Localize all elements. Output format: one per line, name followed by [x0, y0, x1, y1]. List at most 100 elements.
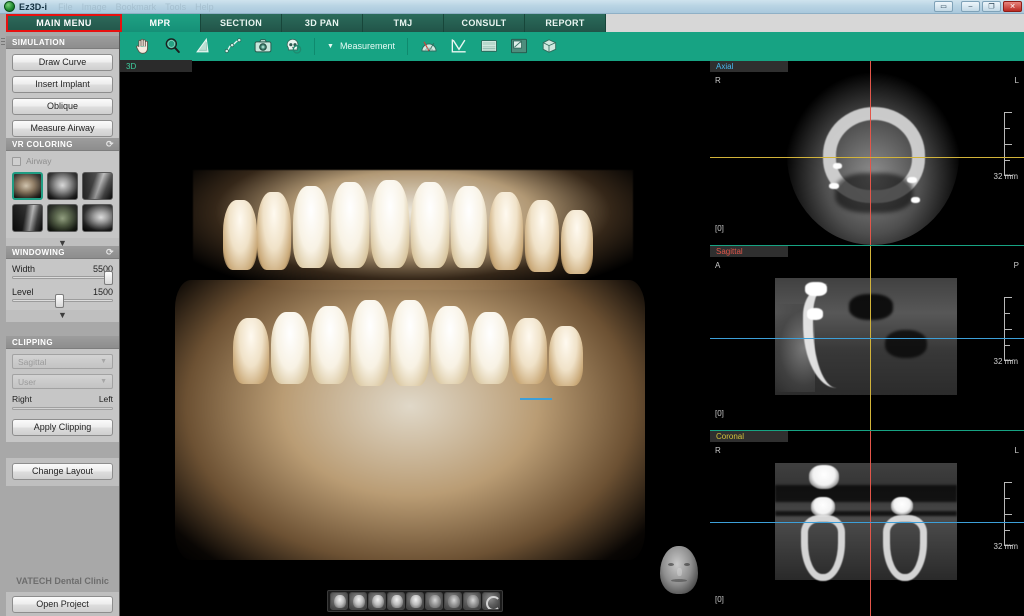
maximize-icon: ❐ [988, 3, 994, 10]
ct-axial-scale-label: 32 mm [994, 172, 1018, 181]
angle-triangle-icon[interactable] [188, 33, 218, 59]
menu-item-help[interactable]: Help [195, 2, 214, 12]
layers-slab-icon[interactable] [474, 33, 504, 59]
chevron-down-icon: ▼ [327, 43, 334, 50]
panel-windowing-body: Width 5500 Level 1500 [6, 259, 119, 310]
width-slider-track[interactable] [12, 276, 113, 279]
oblique-button[interactable]: Oblique [12, 98, 113, 115]
view-oblique-skull-button[interactable] [387, 592, 405, 610]
ct-pane-coronal-label: Coronal [710, 431, 788, 442]
open-project-button[interactable]: Open Project [12, 596, 113, 613]
ct-image-sagittal [775, 278, 957, 395]
vr-preset-green-bone[interactable] [47, 204, 78, 232]
panel-vr-coloring-title: VR COLORING [12, 140, 73, 149]
view-top-head-button[interactable] [425, 592, 443, 610]
draw-curve-button[interactable]: Draw Curve [12, 54, 113, 71]
sidebar: MAIN MENU SIMULATION Draw Curve Insert I… [0, 14, 120, 616]
menu-item-file[interactable]: File [58, 2, 73, 12]
vr-preset-profile-gray[interactable] [12, 204, 43, 232]
skull-reset-icon[interactable] [278, 33, 308, 59]
view-plain-head-button[interactable] [463, 592, 481, 610]
panel-layout-body: Change Layout [6, 458, 119, 486]
viewport-3d[interactable]: 3D [120, 60, 710, 616]
ct-pane-axial[interactable]: Axial R L [0] 32 mm [710, 60, 1024, 245]
ct-coronal-crosshair-vertical[interactable] [870, 431, 871, 616]
main-menu-header[interactable]: MAIN MENU [6, 14, 122, 32]
level-value: 1500 [93, 287, 113, 297]
ct-sagittal-scale-label: 32 mm [994, 357, 1018, 366]
view-right-skull-button[interactable] [349, 592, 367, 610]
tab-section[interactable]: SECTION [201, 14, 282, 32]
ct-pane-sagittal[interactable]: Sagittal A P [0] 32 mm [710, 245, 1024, 430]
polyline-measure-icon[interactable] [218, 33, 248, 59]
maximize-button[interactable]: ❐ [982, 1, 1001, 12]
measurement-label: Measurement [340, 41, 395, 51]
close-button[interactable]: ✕ [1003, 1, 1022, 12]
panel-vr-coloring-header: VR COLORING ⟳ [6, 138, 119, 151]
airway-label: Airway [26, 156, 52, 166]
ct-pane-sagittal-label: Sagittal [710, 246, 788, 257]
view-bottom-head-button[interactable] [444, 592, 462, 610]
vr-preset-bone-white[interactable] [47, 172, 78, 200]
minimize-icon: – [969, 3, 973, 10]
airway-checkbox[interactable] [12, 157, 21, 166]
head-orientation-widget[interactable] [660, 546, 698, 594]
panel-windowing: WINDOWING ⟳ Width 5500 Level 1500 [6, 246, 119, 322]
insert-implant-button[interactable]: Insert Implant [12, 76, 113, 93]
ct-sagittal-zero-label: [0] [715, 409, 724, 418]
menu-bar[interactable]: File Image Bookmark Tools Help [58, 2, 214, 12]
menu-item-bookmark[interactable]: Bookmark [116, 2, 157, 12]
cube-3d-icon[interactable] [534, 33, 564, 59]
menu-item-tools[interactable]: Tools [165, 2, 186, 12]
airway-checkbox-row[interactable]: Airway [12, 156, 113, 166]
change-layout-button[interactable]: Change Layout [12, 463, 113, 480]
windowing-expand-caret[interactable]: ▼ [6, 310, 119, 322]
refresh-icon[interactable]: ⟳ [106, 140, 114, 149]
measurement-dropdown[interactable]: ▼ Measurement [321, 41, 401, 51]
vr-preset-soft-tissue[interactable] [82, 172, 113, 200]
ct-pane-coronal[interactable]: Coronal R L [0] 32 mm [710, 430, 1024, 616]
restore-small-button[interactable]: ▭ [934, 1, 953, 12]
pan-hand-icon[interactable] [128, 33, 158, 59]
clipping-range-slider[interactable] [12, 407, 113, 410]
chevron-down-icon: ▼ [100, 378, 107, 385]
refresh-icon[interactable]: ⟳ [106, 248, 114, 257]
minimize-button[interactable]: – [961, 1, 980, 12]
clipping-mode-select[interactable]: User ▼ [12, 374, 113, 389]
clipping-range-right-label: Left [99, 394, 113, 404]
camera-capture-icon[interactable] [248, 33, 278, 59]
view-left-skull-button[interactable] [368, 592, 386, 610]
tab-tmj[interactable]: TMJ [363, 14, 444, 32]
vr-preset-skull-dark[interactable] [82, 204, 113, 232]
vr-preset-skin-color[interactable] [12, 172, 43, 200]
view-front-skull-button[interactable] [330, 592, 348, 610]
protractor-icon[interactable] [414, 33, 444, 59]
ct-axial-mark-right: R [715, 76, 721, 85]
measurement-line-annotation [520, 398, 552, 400]
crop-region-icon[interactable] [504, 33, 534, 59]
ct-axial-crosshair-vertical[interactable] [870, 61, 871, 245]
tab-3d-pan[interactable]: 3D PAN [282, 14, 363, 32]
ct-coronal-crosshair-horizontal[interactable] [710, 522, 1024, 523]
ct-sagittal-crosshair-horizontal[interactable] [710, 338, 1024, 339]
apply-clipping-button[interactable]: Apply Clipping [12, 419, 113, 436]
tab-consult[interactable]: CONSULT [444, 14, 525, 32]
check-graph-icon[interactable] [444, 33, 474, 59]
view-back-skull-button[interactable] [406, 592, 424, 610]
menu-item-image[interactable]: Image [82, 2, 107, 12]
view-rotate-button[interactable] [482, 592, 500, 610]
level-slider-track[interactable] [12, 299, 113, 302]
measure-airway-button[interactable]: Measure Airway [12, 120, 113, 137]
chevron-down-icon: ▼ [100, 358, 107, 365]
tab-report[interactable]: REPORT [525, 14, 606, 32]
level-slider-knob[interactable] [55, 294, 64, 308]
app-title: Ez3D-i [19, 2, 47, 12]
width-slider-knob[interactable] [104, 271, 113, 285]
ct-axial-ruler [1004, 112, 1010, 176]
zoom-magnifier-icon[interactable] [158, 33, 188, 59]
clipping-plane-select[interactable]: Sagittal ▼ [12, 354, 113, 369]
tab-mpr[interactable]: MPR [120, 14, 201, 32]
ct-axial-crosshair-horizontal[interactable] [710, 157, 1024, 158]
toolbar-divider [407, 38, 408, 55]
lower-gap-band [775, 511, 957, 516]
